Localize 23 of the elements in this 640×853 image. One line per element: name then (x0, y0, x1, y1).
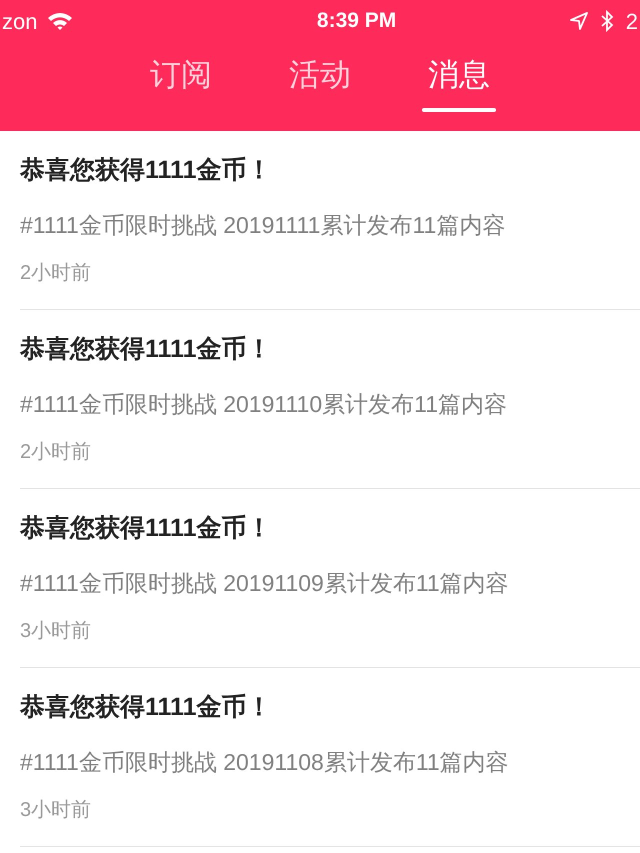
message-body: #1111金币限时挑战 20191111累计发布11篇内容 (20, 211, 506, 240)
battery-percent: 2 (626, 8, 638, 36)
tab[interactable]: 消息 (426, 52, 492, 116)
bluetooth-icon (600, 10, 614, 32)
message-time: 2小时前 (20, 440, 92, 465)
message-title: 恭喜您获得1111金币！ (20, 692, 272, 723)
message-body: #1111金币限时挑战 20191108累计发布11篇内容 (20, 748, 510, 777)
message-time: 3小时前 (20, 619, 92, 644)
wifi-icon (47, 11, 74, 31)
message-time: 3小时前 (20, 798, 92, 823)
status-time: 8:39 PM (316, 8, 396, 34)
message-body: #1111金币限时挑战 20191109累计发布11篇内容 (20, 569, 510, 598)
message-body: #1111金币限时挑战 20191110累计发布11篇内容 (20, 390, 508, 419)
location-arrow-icon (570, 12, 588, 30)
message-item[interactable]: 恭喜您获得1111金币！ #1111金币限时挑战 20191111累计发布11篇内容 2小时前 (20, 131, 640, 310)
message-item[interactable]: 恭喜您获得1111金币！ #1111金币限时挑战 20191108累计发布11篇内容 3小时前 (20, 668, 640, 847)
message-title: 恭喜您获得1111金币！ (20, 155, 272, 186)
message-item[interactable]: 恭喜您获得1111金币！ #1111金币限时挑战 20191109累计发布11篇内容 3小时前 (20, 489, 640, 668)
message-title: 恭喜您获得1111金币！ (20, 334, 272, 365)
message-item[interactable]: 恭喜您获得1111金币！ #1111金币限时挑战 20191110累计发布11篇内容 2小时前 (20, 310, 640, 489)
message-title: 恭喜您获得1111金币！ (20, 513, 272, 544)
message-time: 2小时前 (20, 261, 92, 286)
carrier-name: zon (2, 8, 38, 36)
